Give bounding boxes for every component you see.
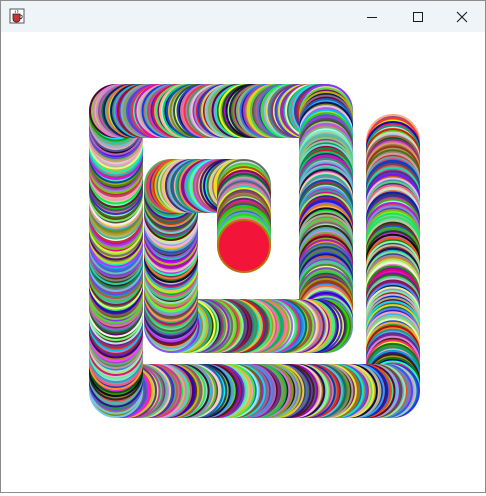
minimize-icon <box>367 16 377 18</box>
maximize-button[interactable] <box>395 1 441 32</box>
drawing-canvas <box>1 32 485 492</box>
maximize-icon <box>413 11 423 22</box>
circle-spiral-graphic <box>89 84 420 418</box>
minimize-button[interactable] <box>349 1 395 32</box>
spiral-circle <box>217 219 271 273</box>
close-button[interactable] <box>439 1 485 32</box>
app-window <box>0 0 486 493</box>
close-icon <box>456 11 468 22</box>
java-cup-icon <box>9 8 25 24</box>
title-bar[interactable] <box>1 1 485 32</box>
